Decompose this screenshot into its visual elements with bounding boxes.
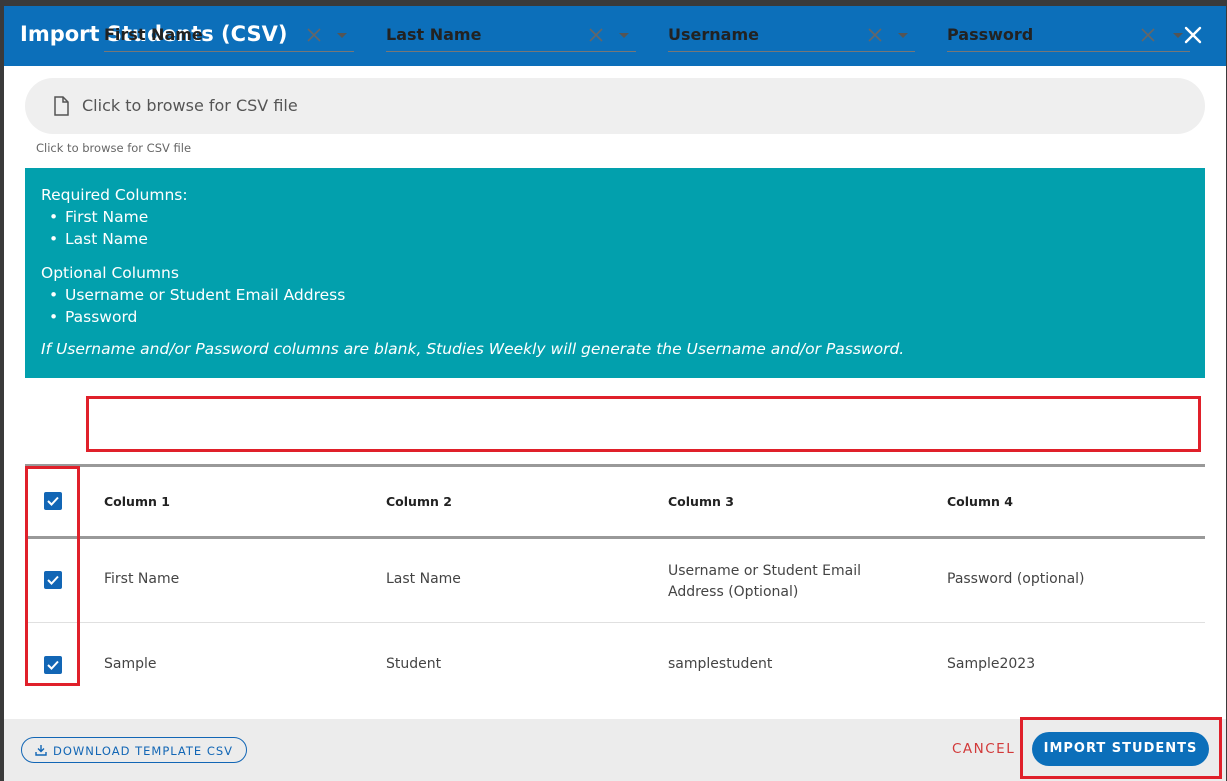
- column-1-mapping-value: First Name: [104, 25, 203, 44]
- table-top-divider: [25, 464, 1205, 467]
- row-divider: [25, 622, 1205, 623]
- csv-file-input[interactable]: Click to browse for CSV file: [25, 78, 1205, 134]
- clear-icon[interactable]: [588, 27, 604, 43]
- column-header: Column 3: [668, 494, 734, 509]
- table-cell: First Name: [104, 571, 180, 587]
- download-template-label: DOWNLOAD TEMPLATE CSV: [53, 744, 234, 758]
- column-info-panel: Required Columns: First Name Last Name O…: [25, 168, 1205, 378]
- required-columns-list: First Name Last Name: [49, 206, 1189, 250]
- download-icon: [35, 745, 47, 756]
- column-2-mapping-value: Last Name: [386, 25, 482, 44]
- column-1-mapping-select[interactable]: First Name: [104, 20, 354, 52]
- file-icon: [54, 96, 69, 116]
- column-3-mapping-value: Username: [668, 25, 759, 44]
- clear-icon[interactable]: [1140, 27, 1156, 43]
- checkbox-column-highlight: [25, 466, 80, 686]
- dialog-footer: DOWNLOAD TEMPLATE CSV CANCEL IMPORT STUD…: [4, 717, 1226, 781]
- csv-file-hint: Click to browse for CSV file: [36, 141, 192, 155]
- table-cell: Password (optional): [947, 571, 1085, 587]
- column-header: Column 1: [104, 494, 170, 509]
- chevron-down-icon[interactable]: [337, 33, 347, 38]
- clear-icon[interactable]: [306, 27, 322, 43]
- download-template-button[interactable]: DOWNLOAD TEMPLATE CSV: [21, 737, 247, 763]
- column-4-mapping-select[interactable]: Password: [947, 20, 1190, 52]
- table-cell: Sample2023: [947, 656, 1036, 672]
- table-cell: Sample: [104, 656, 157, 672]
- list-item: Password: [49, 306, 1189, 328]
- column-2-mapping-select[interactable]: Last Name: [386, 20, 636, 52]
- import-students-button[interactable]: IMPORT STUDENTS: [1032, 732, 1209, 766]
- list-item: Username or Student Email Address: [49, 284, 1189, 306]
- info-note: If Username and/or Password columns are …: [41, 340, 905, 358]
- column-header: Column 2: [386, 494, 452, 509]
- optional-columns-list: Username or Student Email Address Passwo…: [49, 284, 1189, 328]
- list-item: First Name: [49, 206, 1189, 228]
- table-cell: Last Name: [386, 571, 461, 587]
- import-students-dialog: Import Students (CSV) Click to browse fo…: [4, 6, 1226, 781]
- table-cell: Username or Student Email Address (Optio…: [668, 563, 861, 600]
- optional-columns-heading: Optional Columns: [41, 264, 179, 282]
- chevron-down-icon[interactable]: [898, 33, 908, 38]
- required-columns-heading: Required Columns:: [41, 186, 188, 204]
- table-cell: samplestudent: [668, 656, 773, 672]
- column-4-mapping-value: Password: [947, 25, 1034, 44]
- cancel-button[interactable]: CANCEL: [952, 741, 1015, 757]
- table-header-divider: [25, 536, 1205, 539]
- column-header: Column 4: [947, 494, 1013, 509]
- list-item: Last Name: [49, 228, 1189, 250]
- column-mapping-highlight: [86, 396, 1201, 452]
- table-cell: Student: [386, 656, 442, 672]
- chevron-down-icon[interactable]: [1173, 33, 1183, 38]
- clear-icon[interactable]: [867, 27, 883, 43]
- csv-file-placeholder: Click to browse for CSV file: [82, 96, 298, 115]
- chevron-down-icon[interactable]: [619, 33, 629, 38]
- column-3-mapping-select[interactable]: Username: [668, 20, 915, 52]
